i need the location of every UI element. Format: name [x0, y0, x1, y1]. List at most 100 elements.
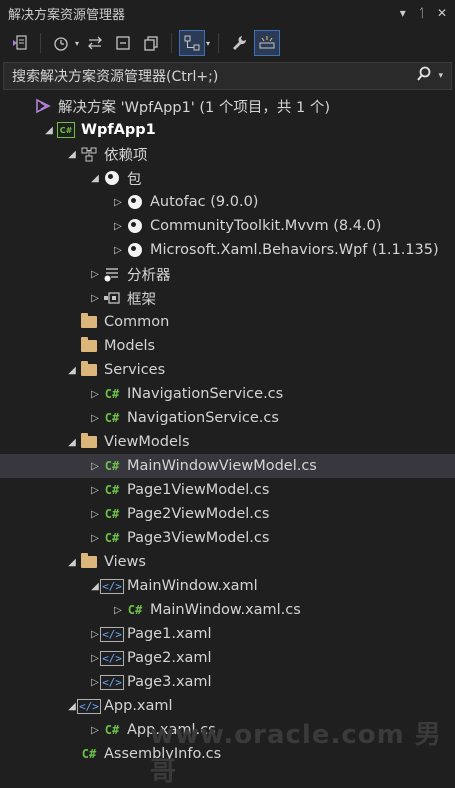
pending-changes-filter-icon[interactable]	[49, 31, 73, 55]
xaml-file-icon: </>	[77, 698, 101, 714]
expanded-arrow-icon[interactable]: ◢	[64, 365, 80, 376]
collapsed-arrow-icon[interactable]: ▷	[87, 725, 103, 736]
tree-item-label: Page1ViewModel.cs	[127, 482, 270, 498]
solution-icon	[34, 97, 52, 115]
file-page1viewmodel[interactable]: ▷ C# Page1ViewModel.cs	[0, 478, 455, 502]
folder-icon	[80, 553, 98, 571]
folder-models[interactable]: Models	[0, 334, 455, 358]
tree-item-label: AssemblyInfo.cs	[104, 746, 222, 762]
tree-item-label: Microsoft.Xaml.Behaviors.Wpf (1.1.135)	[150, 242, 439, 258]
tree-item-label: 分析器	[127, 267, 171, 284]
expanded-arrow-icon[interactable]: ◢	[64, 437, 80, 448]
xaml-file-icon: </>	[100, 674, 124, 690]
sync-with-document-icon[interactable]	[83, 31, 107, 55]
expanded-arrow-icon[interactable]: ◢	[64, 557, 80, 568]
file-app-xaml[interactable]: ◢ </> App.xaml	[0, 694, 455, 718]
panel-title: 解决方案资源管理器	[8, 7, 126, 23]
collapsed-arrow-icon[interactable]: ▷	[110, 197, 126, 208]
panel-titlebar: 解决方案资源管理器 ▾ ᛐ ✕	[0, 0, 455, 26]
folder-viewmodels[interactable]: ◢ ViewModels	[0, 430, 455, 454]
copy-icon[interactable]	[139, 31, 163, 55]
dependencies-node[interactable]: ◢ 依赖项	[0, 142, 455, 166]
tree-item-label: App.xaml.cs	[127, 722, 216, 738]
collapsed-arrow-icon[interactable]: ▷	[110, 221, 126, 232]
chevron-down-icon[interactable]: ▾	[75, 39, 79, 48]
collapsed-arrow-icon[interactable]: ▷	[87, 533, 103, 544]
expanded-arrow-icon[interactable]: ◢	[87, 173, 103, 184]
toolbar-separator	[40, 33, 41, 53]
search-input[interactable]: 搜索解决方案资源管理器(Ctrl+;) ▾	[3, 62, 452, 90]
file-navigationservice[interactable]: ▷ C# NavigationService.cs	[0, 406, 455, 430]
tree-item-label: Page1.xaml	[127, 626, 212, 642]
chevron-down-icon[interactable]: ▾	[438, 71, 443, 81]
collapsed-arrow-icon[interactable]: ▷	[87, 389, 103, 400]
package-icon	[126, 193, 144, 211]
folder-common[interactable]: Common	[0, 310, 455, 334]
xaml-file-icon: </>	[100, 626, 124, 642]
package-behaviors[interactable]: ▷ Microsoft.Xaml.Behaviors.Wpf (1.1.135)	[0, 238, 455, 262]
tree-item-label: Page2.xaml	[127, 650, 212, 666]
package-autofac[interactable]: ▷ Autofac (9.0.0)	[0, 190, 455, 214]
tree-item-label: 包	[127, 171, 142, 188]
close-icon[interactable]: ✕	[437, 6, 447, 20]
file-app-xaml-cs[interactable]: ▷ C# App.xaml.cs	[0, 718, 455, 742]
folder-services[interactable]: ◢ Services	[0, 358, 455, 382]
collapsed-arrow-icon[interactable]: ▷	[87, 509, 103, 520]
file-page3-xaml[interactable]: ▷ </> Page3.xaml	[0, 670, 455, 694]
tree-item-label: Autofac (9.0.0)	[150, 194, 259, 210]
analyzers-node[interactable]: ▷ 分析器	[0, 262, 455, 286]
expanded-arrow-icon[interactable]: ◢	[64, 149, 80, 160]
pin-icon[interactable]: ᛐ	[418, 6, 425, 20]
tree-item-label: Page2ViewModel.cs	[127, 506, 270, 522]
tree-item-label: 解决方案 'WpfApp1' (1 个项目，共 1 个)	[58, 99, 330, 116]
collapsed-arrow-icon[interactable]: ▷	[110, 605, 126, 616]
xaml-file-icon: </>	[100, 578, 124, 594]
chevron-down-icon[interactable]: ▾	[400, 6, 406, 20]
file-page3viewmodel[interactable]: ▷ C# Page3ViewModel.cs	[0, 526, 455, 550]
folder-icon	[80, 361, 98, 379]
tree-item-label: 依赖项	[104, 147, 148, 164]
frameworks-node[interactable]: ▷ 框架	[0, 286, 455, 310]
csharp-file-icon: C#	[104, 459, 120, 473]
chevron-down-icon[interactable]: ▾	[206, 39, 210, 48]
package-mvvm[interactable]: ▷ CommunityToolkit.Mvvm (8.4.0)	[0, 214, 455, 238]
file-page1-xaml[interactable]: ▷ </> Page1.xaml	[0, 622, 455, 646]
tree-item-label: Models	[104, 338, 156, 354]
solution-node[interactable]: 解决方案 'WpfApp1' (1 个项目，共 1 个)	[0, 94, 455, 118]
framework-icon	[103, 289, 121, 307]
collapsed-arrow-icon[interactable]: ▷	[87, 485, 103, 496]
collapsed-arrow-icon[interactable]: ▷	[87, 293, 103, 304]
file-page2-xaml[interactable]: ▷ </> Page2.xaml	[0, 646, 455, 670]
file-inavigationservice[interactable]: ▷ C# INavigationService.cs	[0, 382, 455, 406]
collapsed-arrow-icon[interactable]: ▷	[110, 245, 126, 256]
tree-item-label: ViewModels	[104, 434, 190, 450]
tree-item-label: Views	[104, 554, 146, 570]
folder-views[interactable]: ◢ Views	[0, 550, 455, 574]
collapsed-arrow-icon[interactable]: ▷	[87, 461, 103, 472]
preview-selected-items-icon[interactable]	[254, 30, 281, 56]
file-mainwindow-xaml-cs[interactable]: ▷ C# MainWindow.xaml.cs	[0, 598, 455, 622]
tree-item-label: 框架	[127, 291, 156, 308]
tree-item-label: MainWindow.xaml.cs	[150, 602, 301, 618]
toolbar: ▾ ▾	[0, 26, 455, 60]
tree-item-label: Page3.xaml	[127, 674, 212, 690]
xaml-file-icon: </>	[100, 650, 124, 666]
collapse-all-icon[interactable]	[111, 31, 135, 55]
search-icon[interactable]	[416, 66, 432, 86]
wrench-icon[interactable]	[227, 31, 251, 55]
tree-item-label: CommunityToolkit.Mvvm (8.4.0)	[150, 218, 382, 234]
tree-item-label: NavigationService.cs	[127, 410, 279, 426]
file-mainwindow-xaml[interactable]: ◢ </> MainWindow.xaml	[0, 574, 455, 598]
project-node[interactable]: ◢ C# WpfApp1	[0, 118, 455, 142]
collapsed-arrow-icon[interactable]: ▷	[87, 269, 103, 280]
file-assemblyinfo[interactable]: C# AssemblyInfo.cs	[0, 742, 455, 766]
switch-views-icon[interactable]	[8, 31, 32, 55]
solution-tree: 解决方案 'WpfApp1' (1 个项目，共 1 个) ◢ C# WpfApp1 ◢ 依…	[0, 94, 455, 766]
packages-node[interactable]: ◢ 包	[0, 166, 455, 190]
file-mainwindowviewmodel[interactable]: ▷ C# MainWindowViewModel.cs	[0, 454, 455, 478]
expanded-arrow-icon[interactable]: ◢	[41, 125, 57, 136]
folder-icon	[80, 433, 98, 451]
file-page2viewmodel[interactable]: ▷ C# Page2ViewModel.cs	[0, 502, 455, 526]
show-all-files-icon[interactable]	[179, 30, 206, 56]
collapsed-arrow-icon[interactable]: ▷	[87, 413, 103, 424]
